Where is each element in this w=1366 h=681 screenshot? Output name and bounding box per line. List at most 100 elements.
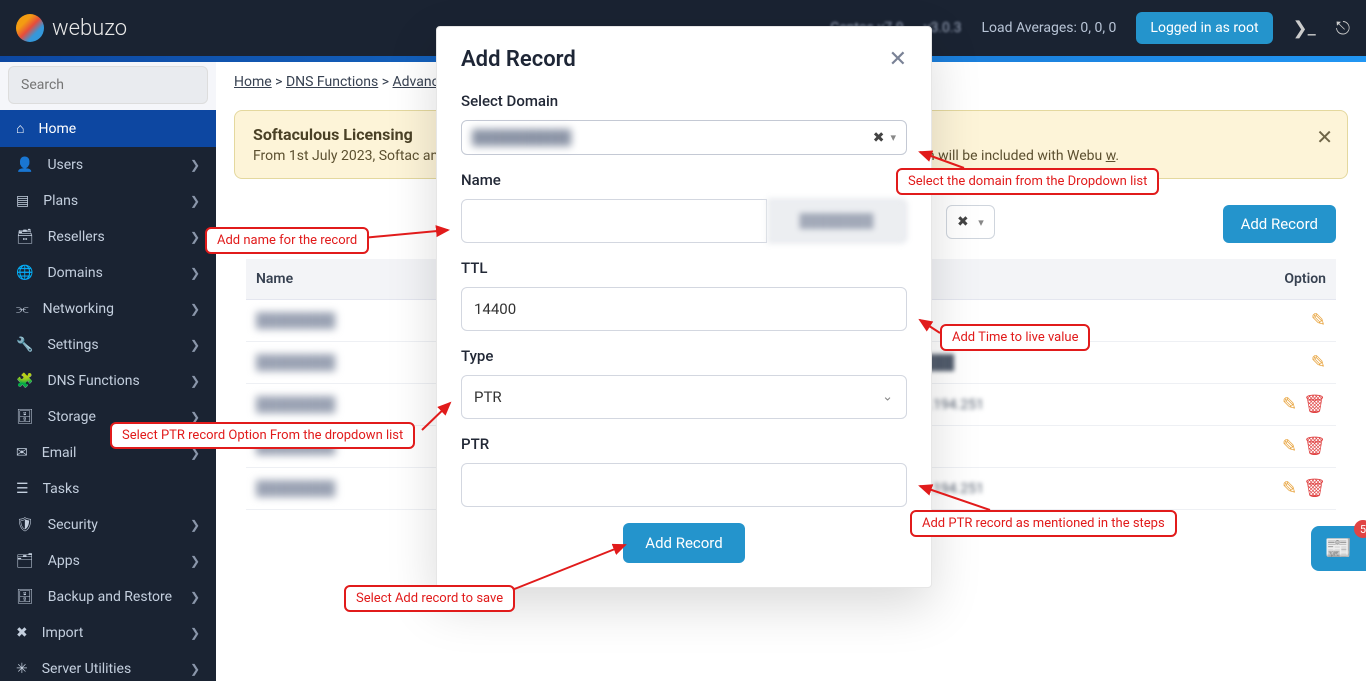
anno-select-domain: Select the domain from the Dropdown list: [896, 168, 1159, 195]
chevron-right-icon: ❯: [190, 662, 200, 676]
edit-icon[interactable]: ✎: [1311, 310, 1326, 331]
import-icon: ✖: [16, 625, 28, 641]
wrench-icon: 🔧: [16, 337, 33, 353]
chevron-right-icon: ❯: [190, 590, 200, 604]
anno-ptr: Add PTR record as mentioned in the steps: [910, 510, 1177, 537]
storage-icon: 🗄: [16, 409, 34, 425]
delete-icon[interactable]: 🗑: [1303, 436, 1326, 457]
close-icon[interactable]: ✕: [1316, 125, 1333, 149]
select-domain-label: Select Domain: [461, 92, 907, 110]
domain-selector-pill[interactable]: ✖ ▾: [946, 205, 995, 239]
logo-text: webuzo: [52, 16, 127, 41]
sidebar-item-home[interactable]: ⌂Home: [0, 110, 216, 147]
search-input[interactable]: [8, 66, 208, 104]
apps-icon: 🗂: [16, 553, 34, 569]
delete-icon[interactable]: 🗑: [1303, 394, 1326, 415]
chevron-right-icon: ❯: [190, 626, 200, 640]
sidebar-item-label: Security: [48, 517, 98, 533]
terminal-icon[interactable]: ❯_: [1293, 18, 1316, 39]
chevron-right-icon: ❯: [190, 194, 200, 208]
sidebar-item-users[interactable]: 👤Users❯: [0, 147, 216, 183]
sidebar-item-resellers[interactable]: 🗃Resellers❯: [0, 219, 216, 255]
anno-type: Select PTR record Option From the dropdo…: [110, 422, 415, 449]
edit-icon[interactable]: ✎: [1282, 394, 1297, 415]
user-icon: 👤: [16, 157, 33, 173]
sidebar-item-tasks[interactable]: ☰Tasks: [0, 471, 216, 507]
field-select-domain: Select Domain ██████████ ✖ ▾: [461, 92, 907, 155]
delete-icon[interactable]: 🗑: [1303, 478, 1326, 499]
search-box: [8, 66, 208, 104]
globe-icon: 🌐: [16, 265, 33, 281]
breadcrumb-home[interactable]: Home: [234, 74, 272, 90]
sidebar-item-label: Import: [42, 625, 84, 641]
logo-icon: [16, 14, 44, 42]
dashboard-icon: ⌂: [16, 120, 24, 137]
sidebar-item-plans[interactable]: ▤ Plans ❯: [0, 183, 216, 219]
edit-icon[interactable]: ✎: [1282, 436, 1297, 457]
type-select[interactable]: [461, 375, 907, 419]
selected-domain-text: ██████████: [472, 129, 867, 146]
chevron-right-icon: ❯: [190, 302, 200, 316]
cell-actions: ✎🗑: [1174, 468, 1336, 510]
sidebar-item-networking[interactable]: ⫘ Networking ❯: [0, 291, 216, 327]
chevron-right-icon: ❯: [190, 374, 200, 388]
logout-icon[interactable]: ⎋: [1336, 18, 1350, 39]
resellers-icon: 🗃: [16, 229, 34, 245]
add-record-modal: Add Record ✕ Select Domain ██████████ ✖ …: [436, 26, 932, 588]
edit-icon[interactable]: ✎: [1311, 352, 1326, 373]
caret-down-icon[interactable]: ▾: [890, 131, 896, 144]
shield-icon: 🛡: [16, 517, 34, 533]
dns-icon: 🧩: [16, 373, 33, 389]
add-record-submit-button[interactable]: Add Record: [623, 523, 744, 563]
field-name: Name ████████: [461, 171, 907, 243]
chevron-right-icon: ❯: [190, 338, 200, 352]
anno-ttl: Add Time to live value: [940, 324, 1090, 351]
chevron-right-icon: ❯: [190, 158, 200, 172]
sidebar-item-apps[interactable]: 🗂Apps❯: [0, 543, 216, 579]
edit-icon[interactable]: ✎: [1282, 478, 1297, 499]
field-ptr: PTR: [461, 435, 907, 507]
plans-icon: ▤: [16, 193, 29, 209]
sidebar-item-label: Apps: [48, 553, 80, 569]
cell-actions: ✎🗑: [1174, 384, 1336, 426]
sidebar-item-settings[interactable]: 🔧Settings❯: [0, 327, 216, 363]
network-icon: ⫘: [16, 301, 29, 317]
login-status-button[interactable]: Logged in as root: [1136, 12, 1272, 44]
alert-link[interactable]: w: [1106, 148, 1116, 164]
sidebar-item-label: Storage: [48, 409, 96, 425]
sidebar-item-dns[interactable]: 🧩 DNS Functions ❯: [0, 363, 216, 399]
modal-header: Add Record ✕: [437, 27, 931, 82]
add-record-button[interactable]: Add Record: [1223, 205, 1336, 243]
name-label: Name: [461, 171, 907, 189]
caret-down-icon[interactable]: ▾: [978, 216, 984, 229]
ttl-label: TTL: [461, 259, 907, 277]
ttl-input[interactable]: [461, 287, 907, 331]
sidebar-item-label: Domains: [47, 265, 102, 281]
sidebar-item-domains[interactable]: 🌐Domains❯: [0, 255, 216, 291]
sidebar-item-label: DNS Functions: [47, 373, 139, 389]
notifications-badge[interactable]: 📰 5: [1311, 526, 1366, 571]
cell-actions: ✎: [1174, 300, 1336, 342]
clear-icon[interactable]: ✖: [873, 130, 885, 146]
sidebar-item-label: Networking: [43, 301, 114, 317]
select-domain-dropdown[interactable]: ██████████ ✖ ▾: [461, 120, 907, 155]
sidebar-item-utilities[interactable]: ✳Server Utilities❯: [0, 651, 216, 681]
close-icon[interactable]: ✕: [889, 47, 907, 72]
sidebar-item-security[interactable]: 🛡 Security ❯: [0, 507, 216, 543]
breadcrumb-dns[interactable]: DNS Functions: [286, 74, 378, 90]
clear-icon[interactable]: ✖: [957, 214, 969, 230]
sidebar-item-import[interactable]: ✖ Import ❯: [0, 615, 216, 651]
sidebar-item-label: Plans: [43, 193, 78, 209]
alert-text: From 1st July 2023, Softac: [253, 148, 419, 164]
name-input[interactable]: [461, 199, 767, 243]
sidebar-item-backup[interactable]: 🗄Backup and Restore❯: [0, 579, 216, 615]
anno-submit: Select Add record to save: [344, 585, 515, 612]
load-averages: Load Averages: 0, 0, 0: [981, 20, 1116, 36]
badge-count: 5: [1354, 520, 1366, 538]
cell-actions: ✎🗑: [1174, 426, 1336, 468]
ptr-label: PTR: [461, 435, 907, 453]
ptr-input[interactable]: [461, 463, 907, 507]
cell-actions: ✎: [1174, 342, 1336, 384]
chevron-right-icon: ❯: [190, 518, 200, 532]
tasks-icon: ☰: [16, 481, 29, 497]
